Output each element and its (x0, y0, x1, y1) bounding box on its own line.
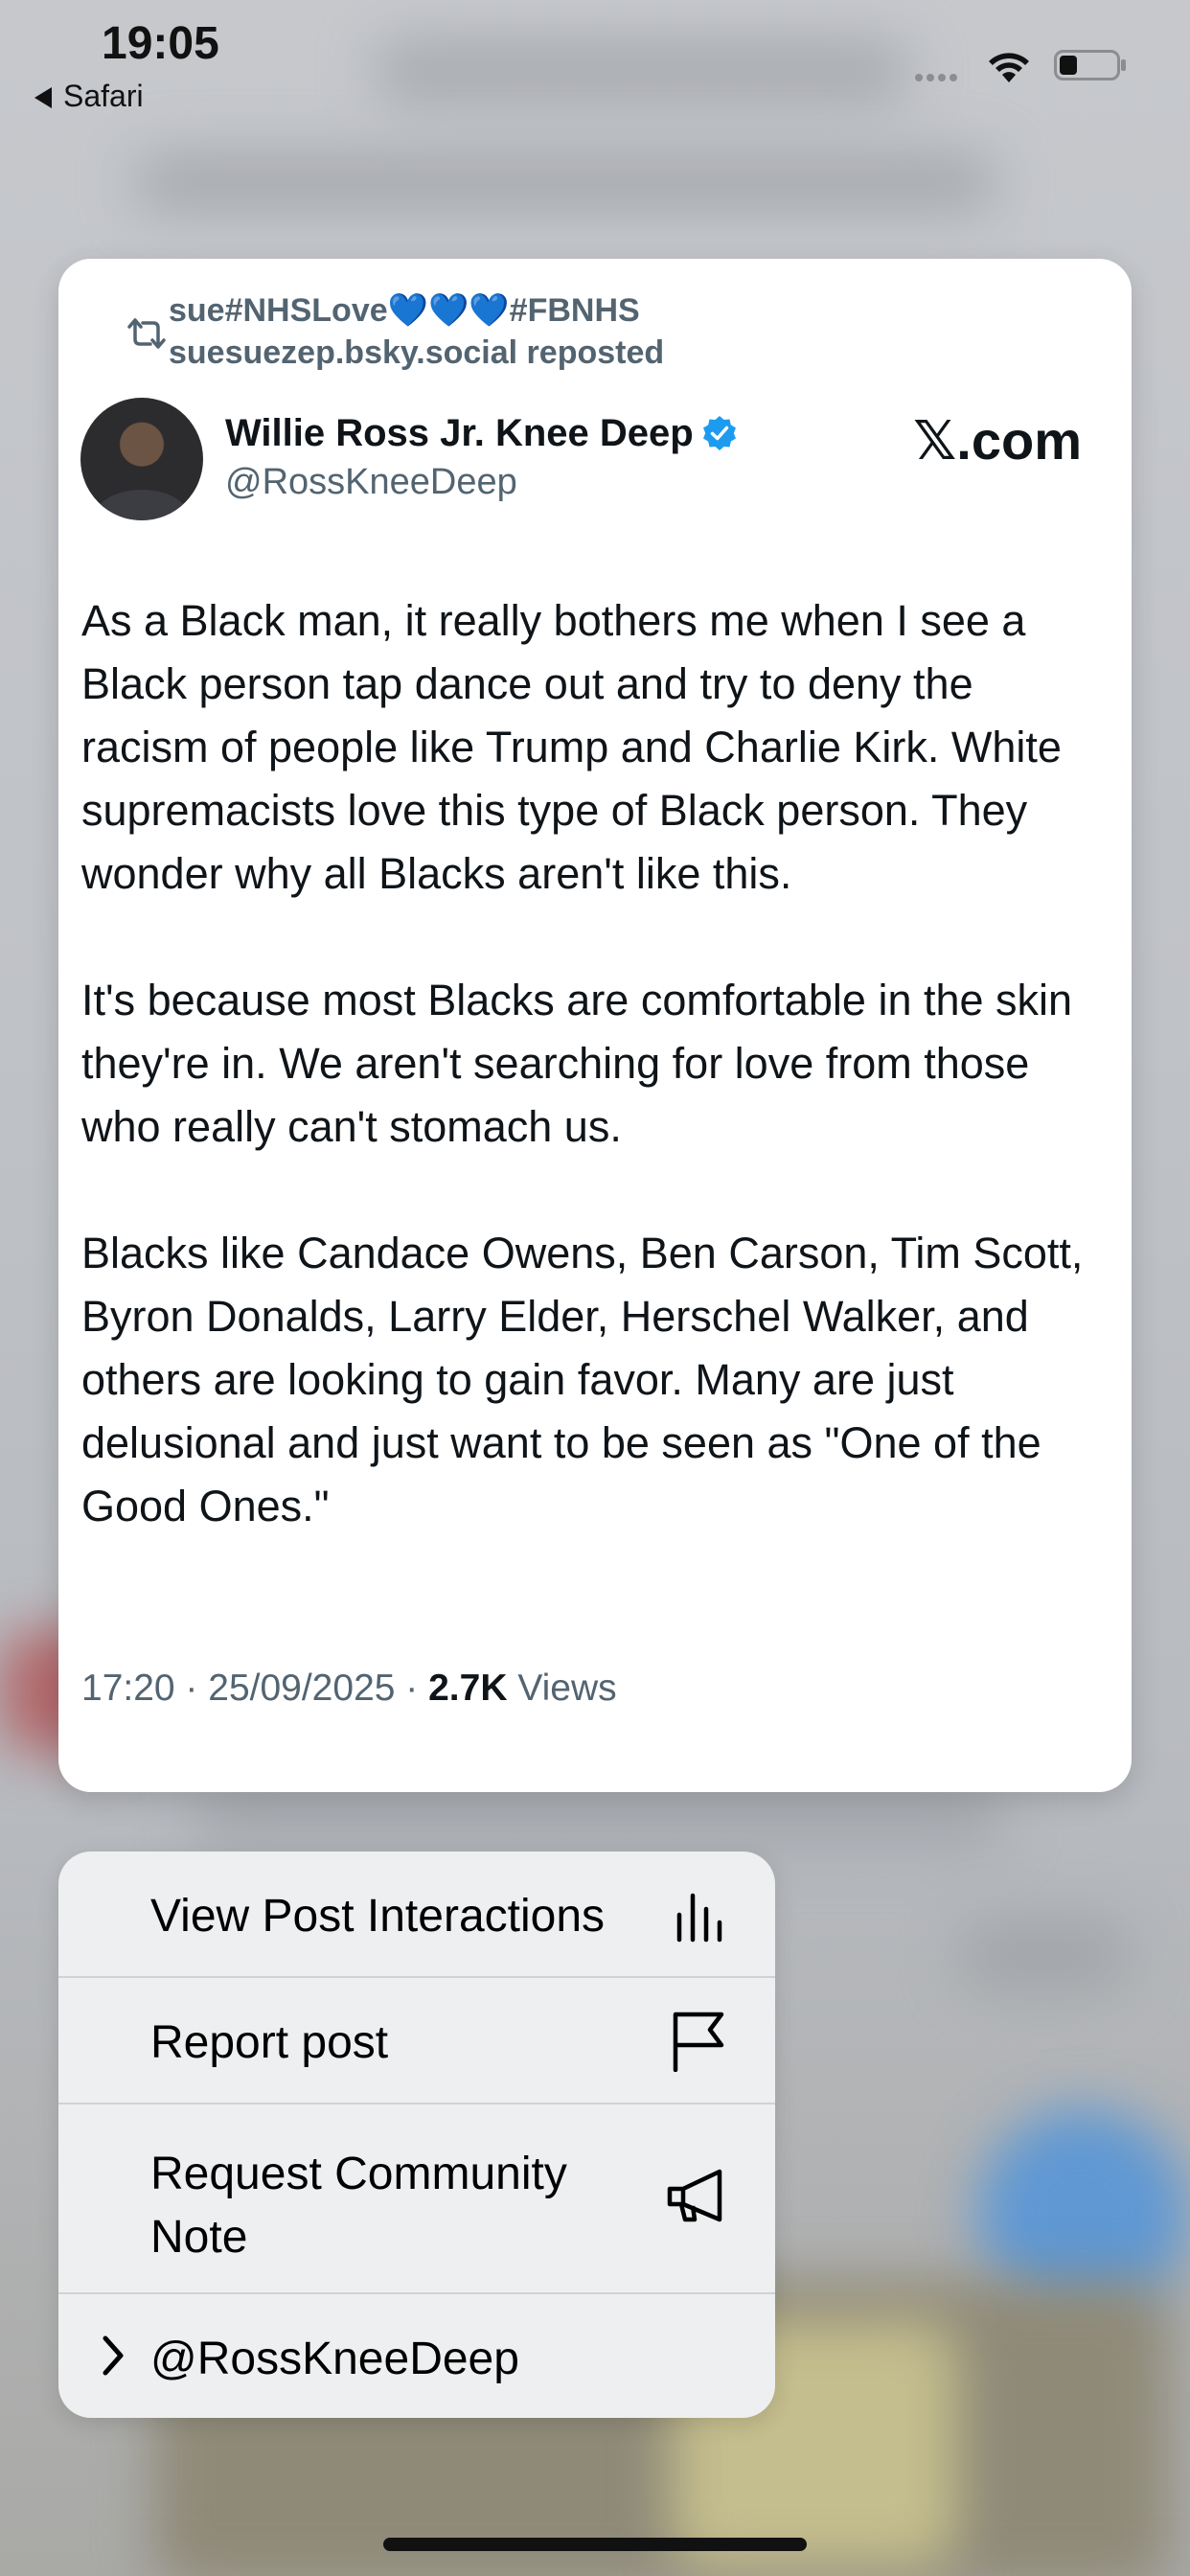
back-arrow-icon (34, 87, 52, 108)
post-paragraph: Blacks like Candace Owens, Ben Carson, T… (81, 1229, 1084, 1530)
back-label: Safari (63, 79, 144, 113)
menu-item-report-post[interactable]: Report post (58, 1978, 775, 2104)
menu-item-view-post-interactions[interactable]: View Post Interactions (58, 1852, 775, 1978)
home-indicator[interactable] (383, 2538, 807, 2551)
menu-item-label: Request Community Note (150, 2143, 567, 2269)
views-label: Views (507, 1668, 617, 1709)
chevron-right-icon (103, 2335, 124, 2376)
menu-item-label-line2: Note (150, 2212, 248, 2263)
context-menu: View Post Interactions Report post Reque… (58, 1852, 775, 2418)
author-avatar[interactable] (80, 398, 203, 520)
menu-item-author-profile[interactable]: @RossKneeDeep (58, 2294, 775, 2418)
repost-account: suesuezep.bsky.social reposted (169, 334, 665, 371)
flag-icon (673, 2012, 724, 2072)
blue-hearts-emoji: 💙💙💙 (387, 292, 510, 329)
repost-user-name[interactable]: sue#NHSLove💙💙💙#FBNHS (169, 289, 664, 332)
repost-icon (127, 318, 166, 349)
menu-item-label-line1: Request Community (150, 2149, 567, 2199)
post-metadata: 17:20 · 25/09/2025 · 2.7K Views (81, 1668, 617, 1710)
battery-icon (1054, 50, 1126, 80)
menu-item-request-community-note[interactable]: Request Community Note (58, 2104, 775, 2294)
author-handle[interactable]: @RossKneeDeep (225, 462, 517, 503)
status-bar: 19:05 Safari (0, 0, 1190, 125)
verified-badge-icon (702, 416, 736, 450)
author-name: Willie Ross Jr. Knee Deep (225, 412, 694, 454)
post-timestamp: 17:20 · 25/09/2025 · (81, 1668, 429, 1709)
author-name-row[interactable]: Willie Ross Jr. Knee Deep (225, 412, 738, 455)
back-to-safari-link[interactable]: Safari (34, 79, 144, 114)
megaphone-icon (667, 2169, 722, 2222)
cellular-signal-icon (915, 69, 961, 86)
repost-user-text: sue#NHSLove (169, 292, 388, 329)
x-logo: 𝕏.com (913, 410, 1082, 471)
post-preview-card[interactable]: sue#NHSLove💙💙💙#FBNHS suesuezep.bsky.soci… (58, 259, 1132, 1792)
menu-item-label: @RossKneeDeep (150, 2334, 519, 2384)
menu-item-label: View Post Interactions (150, 1891, 606, 1942)
status-time: 19:05 (102, 18, 219, 69)
repost-header: sue#NHSLove💙💙💙#FBNHS suesuezep.bsky.soci… (127, 289, 665, 374)
post-paragraph: It's because most Blacks are comfortable… (81, 976, 1073, 1151)
repost-hashtag: #FBNHS (509, 292, 640, 329)
bar-chart-icon (676, 1893, 722, 1943)
post-paragraph: As a Black man, it really bothers me whe… (81, 596, 1062, 898)
wifi-icon (989, 53, 1029, 82)
post-text: As a Black man, it really bothers me whe… (81, 589, 1107, 1538)
view-count: 2.7K (428, 1668, 508, 1709)
menu-item-label: Report post (150, 2017, 389, 2068)
